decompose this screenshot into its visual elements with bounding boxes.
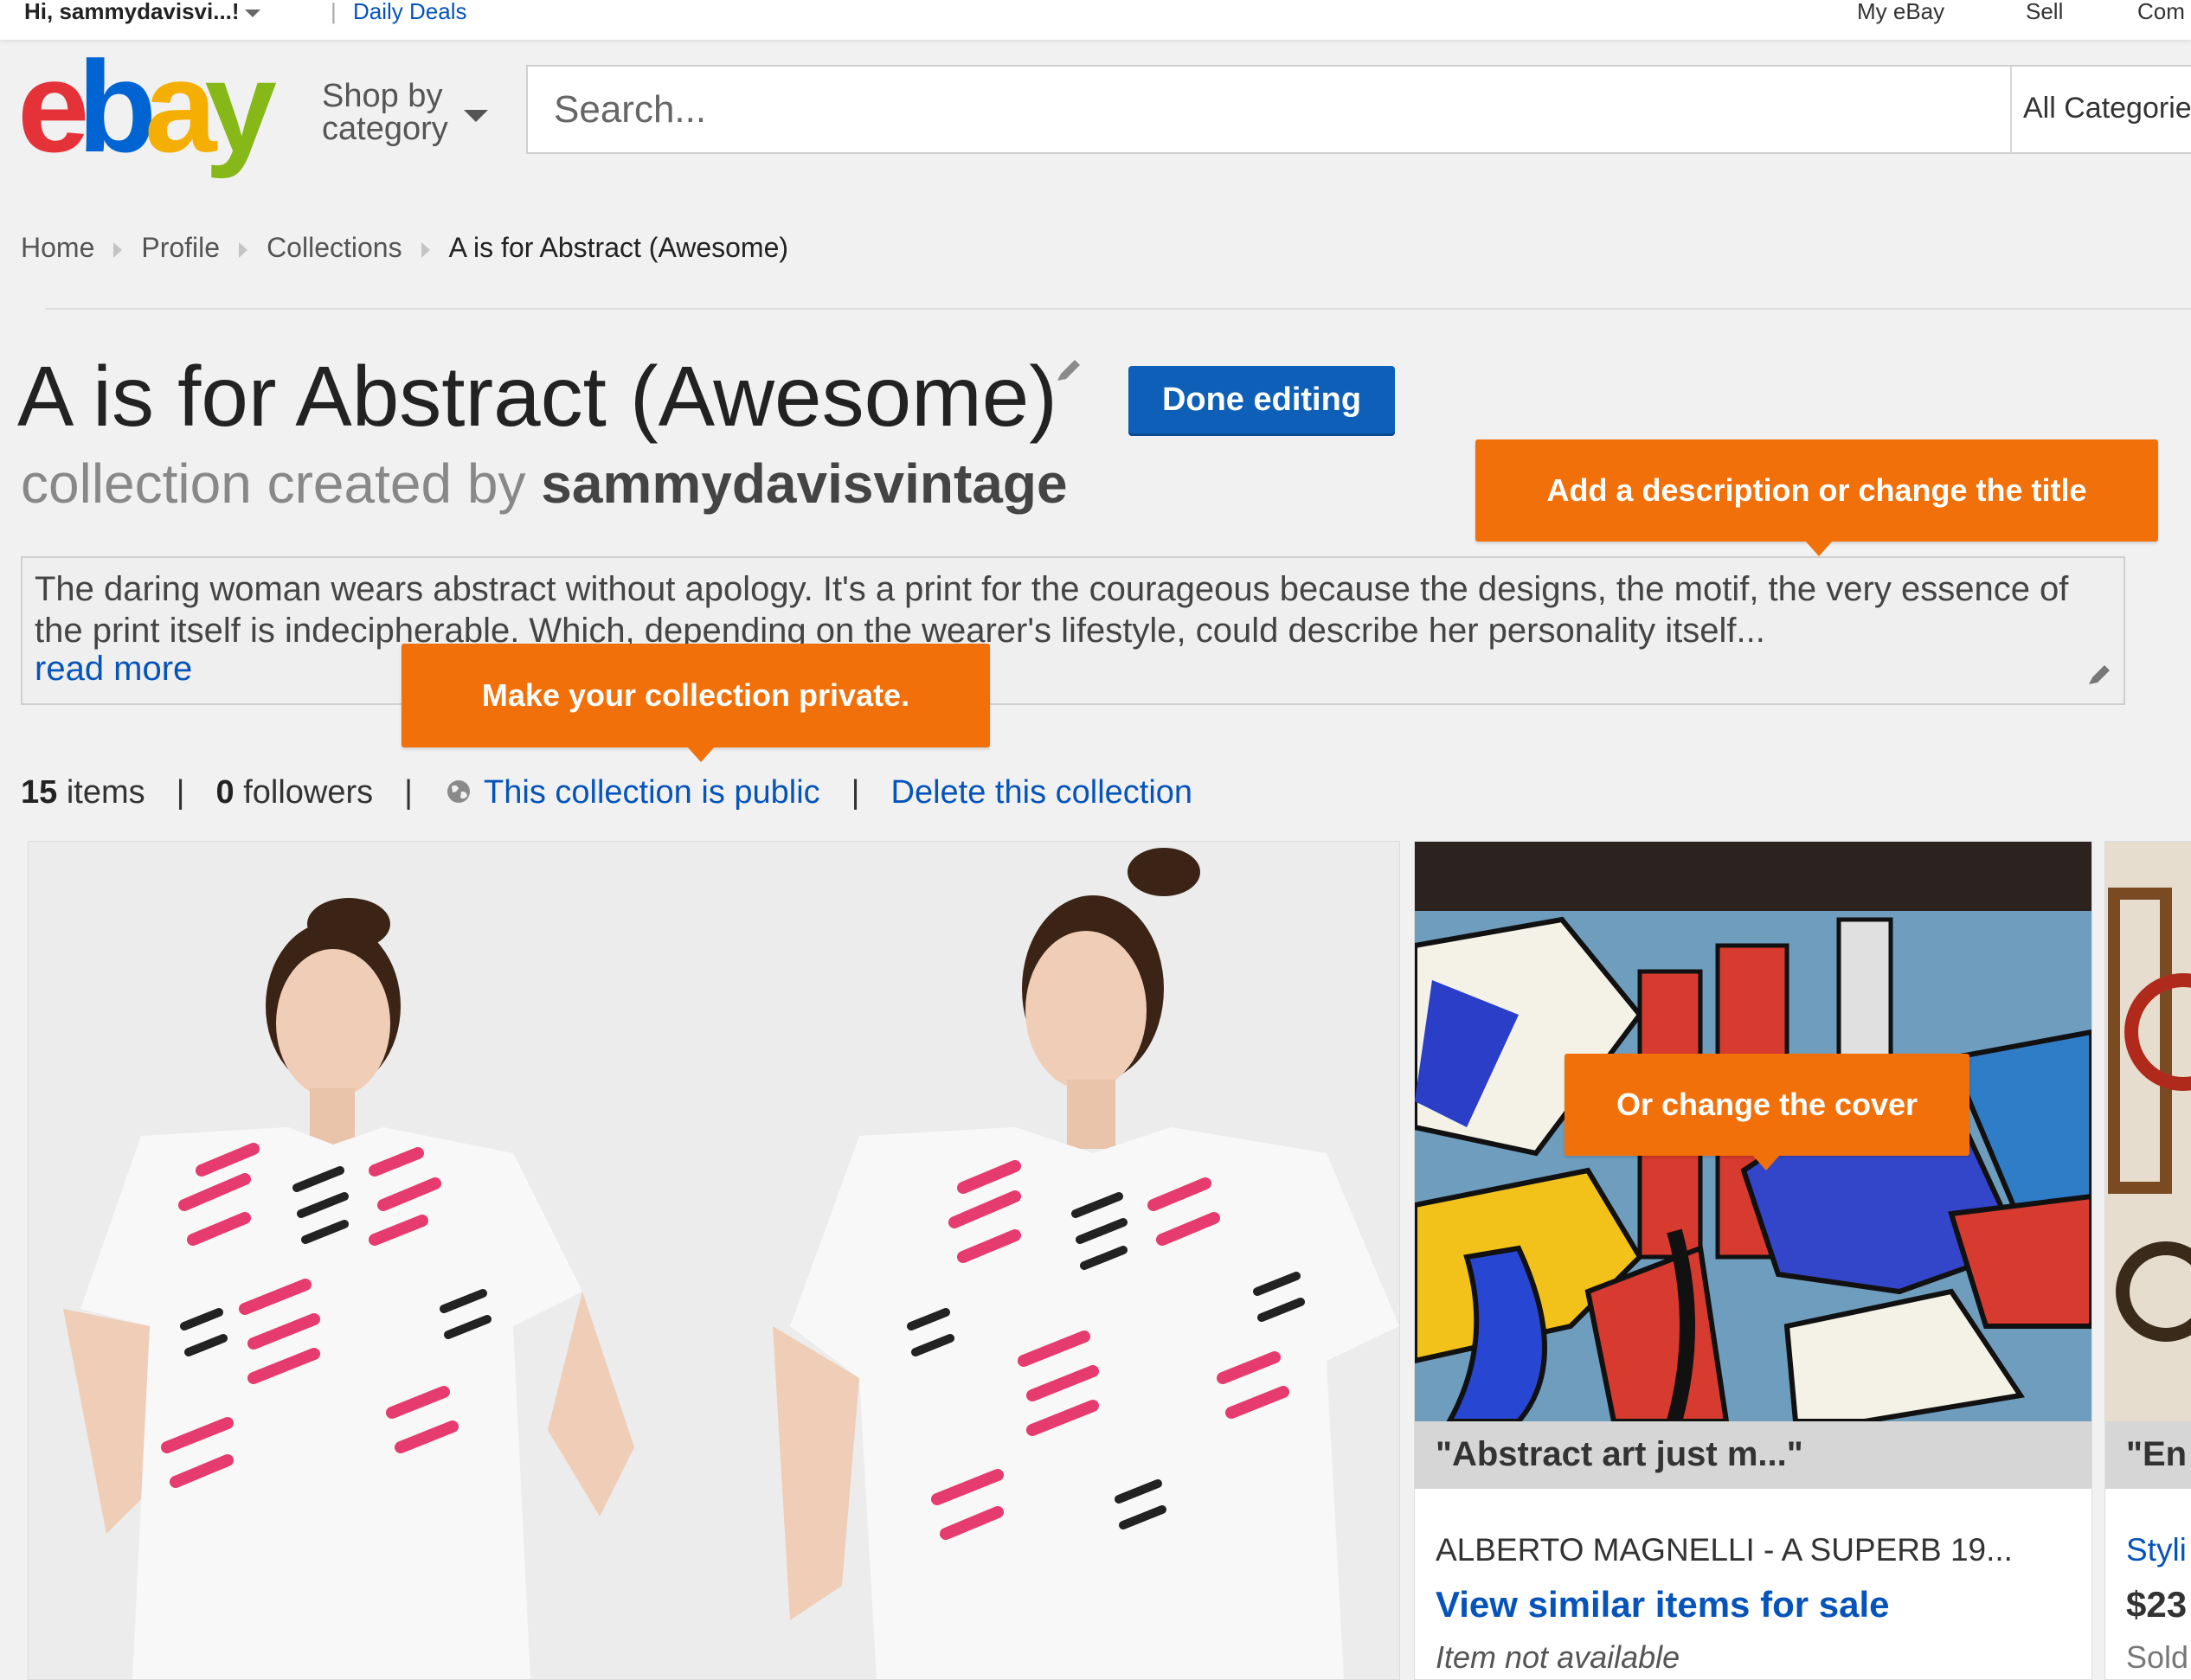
pencil-icon[interactable] [1054,355,1083,384]
shop-by-category-button[interactable]: Shop by category [322,80,448,145]
tooltip-private: Make your collection private. [402,644,990,747]
pencil-icon[interactable] [2085,660,2113,688]
divider [45,308,2191,310]
dress-model-image [29,842,1399,1679]
breadcrumb-current: A is for Abstract (Awesome) [448,232,789,263]
description-text: The daring woman wears abstract without … [35,570,2069,650]
divider: | [176,774,185,811]
logo-letter-a: a [145,34,217,179]
tooltip-cover: Or change the cover [1565,1054,1969,1156]
items-label: items [66,774,145,811]
item-status: Item not available [1436,1639,1680,1675]
divider [2010,67,2012,152]
search-input[interactable] [552,80,2009,139]
shop-by-label: Shop by [322,78,443,114]
followers-count: 0 [215,774,235,811]
cover-image[interactable] [28,841,1400,1680]
tooltip-description: Add a description or change the title [1475,439,2158,542]
user-greeting[interactable]: Hi, sammydavisvi...! [24,0,260,22]
visibility-toggle[interactable]: This collection is public [444,774,820,811]
logo-letter-y: y [204,34,278,179]
item-caption: "En [2126,1435,2188,1473]
community-link[interactable]: Com [2137,0,2185,22]
page-title[interactable]: A is for Abstract (Awesome) [17,348,1057,445]
logo-letter-e: e [17,34,90,179]
items-count: 15 [21,774,58,811]
chevron-down-icon[interactable] [464,110,488,122]
my-ebay-link[interactable]: My eBay [1857,0,1944,22]
divider: | [404,774,414,811]
public-link: This collection is public [484,774,820,811]
item-title[interactable]: ALBERTO MAGNELLI - A SUPERB 19... [1436,1532,2013,1568]
done-editing-button[interactable]: Done editing [1128,366,1395,433]
daily-deals-link[interactable]: Daily Deals [353,0,467,22]
divider: | [851,774,860,811]
item-image[interactable] [2105,842,2191,1421]
item-caption-bar: "Abstract art just m..." [1415,1421,2091,1489]
globe-icon [447,780,471,803]
logo-letter-b: b [77,34,157,179]
tooltip-text: Make your collection private. [481,677,910,713]
collection-byline: collection created by sammydavisvintage [21,452,1068,516]
breadcrumb: Home Profile Collections A is for Abstract … [21,232,788,264]
description-box[interactable]: The daring woman wears abstract without … [21,556,2125,705]
breadcrumb-profile[interactable]: Profile [141,232,220,263]
breadcrumb-home[interactable]: Home [21,232,94,263]
item-thumbnail [2105,842,2191,1421]
chevron-right-icon [239,241,248,258]
tooltip-text: Add a description or change the title [1546,472,2087,508]
item-title[interactable]: Styli [2126,1532,2187,1568]
breadcrumb-collections[interactable]: Collections [267,232,402,263]
item-price: $23 [2126,1584,2188,1625]
item-caption: "Abstract art just m..." [1436,1435,1803,1473]
tooltip-pointer [1752,1155,1780,1170]
chevron-down-icon [244,9,260,17]
delete-collection-link[interactable]: Delete this collection [891,774,1193,811]
tooltip-text: Or change the cover [1616,1087,1918,1122]
search-bar [526,65,2191,154]
user-greeting-text: Hi, sammydavisvi...! [24,0,240,24]
category-label: category [322,111,448,147]
collection-item-card[interactable]: "Abstract art just m..." ALBERTO MAGNELL… [1414,841,2092,1680]
chevron-right-icon [421,241,430,258]
byline-prefix: collection created by [21,452,526,515]
item-status: Sold [2126,1639,2189,1675]
read-more-link[interactable]: read more [35,650,192,689]
ebay-logo[interactable]: ebay [17,42,277,171]
collection-stats: 15 items | 0 followers | This collection is … [21,774,1192,811]
tooltip-pointer [687,747,715,762]
tooltip-pointer [1805,541,1833,556]
collection-item-card[interactable]: "En Styli $23 Sold [2104,841,2191,1680]
category-select[interactable]: All Categories [2023,92,2191,125]
item-caption-bar: "En [2105,1421,2191,1489]
owner-name[interactable]: sammydavisvintage [541,452,1067,515]
top-bar: Hi, sammydavisvi...! | Daily Deals My eB… [0,0,2191,41]
sell-link[interactable]: Sell [2026,0,2063,22]
divider: | [331,0,337,24]
view-similar-link[interactable]: View similar items for sale [1436,1584,1890,1625]
followers-label: followers [243,774,374,811]
chevron-right-icon [113,241,123,258]
